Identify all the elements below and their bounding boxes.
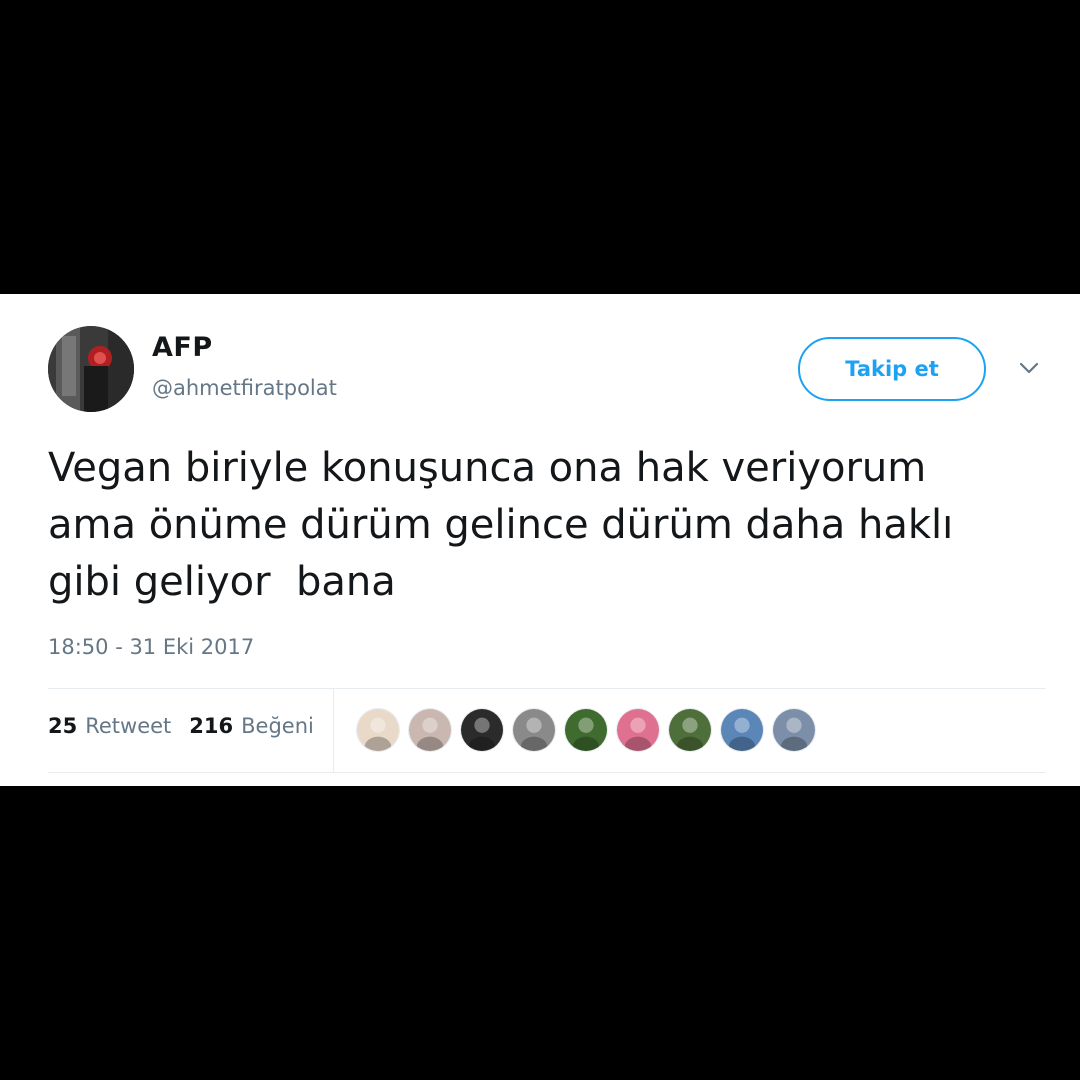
liker-avatar[interactable] — [668, 708, 712, 752]
avatar-image — [48, 326, 134, 412]
author-handle[interactable]: @ahmetfiratpolat — [152, 376, 337, 400]
author-avatar[interactable] — [48, 326, 134, 412]
stats-divider — [333, 689, 334, 772]
liker-avatar[interactable] — [772, 708, 816, 752]
divider — [48, 772, 1046, 773]
liker-avatar[interactable] — [512, 708, 556, 752]
liker-avatar[interactable] — [460, 708, 504, 752]
retweet-count: 25 — [48, 714, 78, 738]
follow-button[interactable]: Takip et — [798, 337, 986, 401]
author-display-name[interactable]: AFP — [152, 332, 213, 363]
liker-avatars — [356, 708, 816, 752]
liker-avatar[interactable] — [564, 708, 608, 752]
liker-avatar[interactable] — [616, 708, 660, 752]
tweet-text: Vegan biriyle konuşunca ona hak veriyoru… — [48, 445, 954, 605]
tweet-timestamp[interactable]: 18:50 - 31 Eki 2017 — [48, 635, 254, 659]
divider — [48, 688, 1046, 689]
like-label: Beğeni — [241, 714, 314, 738]
liker-avatar[interactable] — [720, 708, 764, 752]
retweet-stat[interactable]: 25 Retweet — [48, 714, 171, 738]
retweet-label: Retweet — [85, 714, 172, 738]
tweet-stats: 25 Retweet 216 Beğeni — [48, 714, 314, 738]
liker-avatar[interactable] — [408, 708, 452, 752]
liker-avatar[interactable] — [356, 708, 400, 752]
like-count: 216 — [189, 714, 234, 738]
like-stat[interactable]: 216 Beğeni — [189, 714, 314, 738]
tweet-card: AFP @ahmetfiratpolat Takip et Vegan biri… — [0, 294, 1080, 786]
chevron-down-icon[interactable] — [1016, 358, 1042, 378]
page: AFP @ahmetfiratpolat Takip et Vegan biri… — [0, 0, 1080, 1080]
